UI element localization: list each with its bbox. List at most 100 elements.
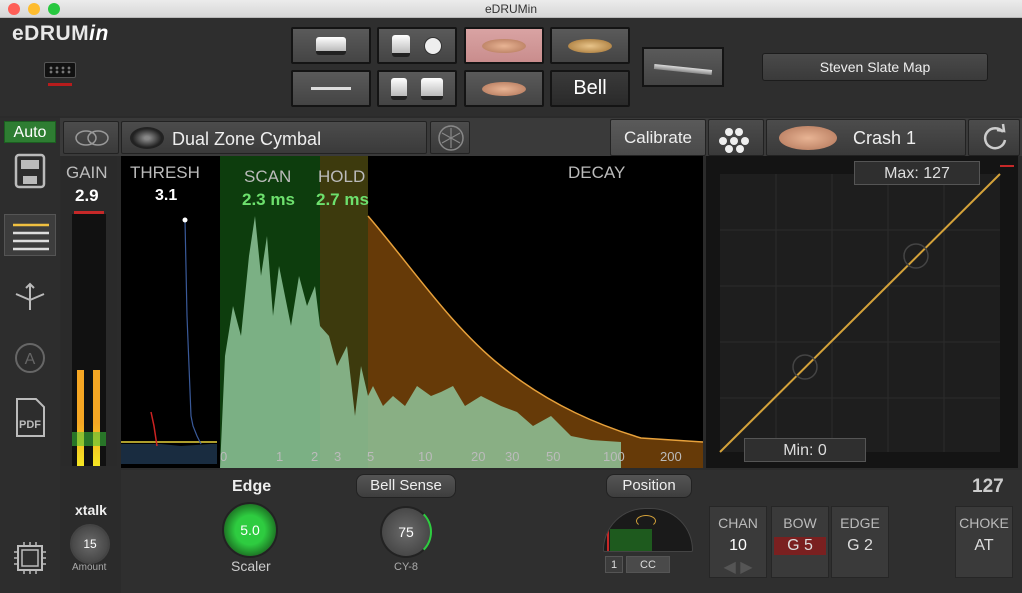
meter-bar-left	[77, 370, 84, 466]
tom-icon	[421, 77, 443, 100]
bell-sense-button[interactable]: Bell Sense	[356, 474, 456, 498]
pad-snare[interactable]	[291, 27, 371, 64]
refresh-button[interactable]	[968, 119, 1020, 156]
bow-box[interactable]: BOW G 5	[771, 506, 829, 578]
gain-value[interactable]: 2.9	[75, 186, 99, 206]
zone-type-selector[interactable]: Dual Zone Cymbal	[121, 121, 427, 154]
edge-note[interactable]: G 2	[832, 537, 888, 555]
chan-box[interactable]: CHAN 10 ◀ ▶	[709, 506, 767, 578]
gain-threshold-band	[72, 432, 106, 446]
xtalk-knob[interactable]: 15	[70, 524, 110, 564]
choke-value[interactable]: AT	[956, 537, 1012, 555]
thresh-label: THRESH	[130, 163, 200, 182]
tick-label: 20	[471, 449, 486, 464]
curve-min-label[interactable]: Min: 0	[744, 438, 866, 462]
edge-note-box[interactable]: EDGE G 2	[831, 506, 889, 578]
save-icon[interactable]	[8, 152, 52, 197]
edge-note-label: EDGE	[840, 515, 880, 531]
tom-icon	[392, 34, 410, 57]
signal-graph[interactable]	[121, 156, 704, 468]
drum-kit-icon	[719, 128, 749, 153]
scan-label: SCAN	[244, 167, 292, 186]
refresh-icon	[983, 123, 1007, 150]
cymbal-icon	[130, 127, 164, 149]
hold-value[interactable]: 2.7 ms	[316, 190, 369, 210]
pad-model-label: CY-8	[394, 561, 419, 573]
pad-crash-1[interactable]	[464, 27, 544, 64]
pad-hihat-pedal[interactable]	[642, 47, 724, 87]
midi-indicator	[48, 83, 72, 86]
window-title: eDRUMin	[484, 2, 537, 16]
bell-sense-knob[interactable]: 75	[380, 506, 432, 558]
pad-bell[interactable]: Bell	[550, 70, 630, 107]
bow-note[interactable]: G 5	[774, 537, 826, 555]
map-button[interactable]: Steven Slate Map	[762, 53, 988, 81]
xtalk-label: xtalk	[75, 502, 107, 518]
position-button[interactable]: Position	[606, 474, 692, 498]
calibrate-button[interactable]: Calibrate	[610, 119, 706, 156]
choke-label: CHOKE	[959, 515, 1009, 531]
position-level-bar	[610, 529, 652, 551]
pdf-icon[interactable]: PDF	[8, 396, 52, 447]
routing-icon[interactable]	[8, 280, 52, 321]
tick-label: 0	[220, 449, 228, 464]
bow-label: BOW	[783, 515, 817, 531]
zone-type-label: Dual Zone Cymbal	[172, 129, 322, 149]
scaler-label: Scaler	[231, 558, 271, 574]
link-button[interactable]	[63, 121, 119, 154]
pad-tom[interactable]	[377, 27, 457, 64]
cymbal-icon	[779, 126, 837, 150]
sound-label: Crash 1	[853, 128, 917, 148]
velocity-curve-pane[interactable]	[706, 156, 1018, 468]
sound-selector[interactable]: Crash 1	[766, 119, 966, 156]
tick-label: 100	[603, 449, 625, 464]
title-bar: eDRUMin	[0, 0, 1022, 18]
pad-crash-2[interactable]	[464, 70, 544, 107]
hihat-icon	[311, 87, 351, 90]
pad-hihat[interactable]	[291, 70, 371, 107]
midi-port-icon[interactable]	[44, 62, 76, 78]
position-marker	[607, 529, 609, 551]
edge-scaler-knob[interactable]: 5.0	[222, 502, 278, 558]
list-view-button[interactable]	[4, 214, 56, 256]
tick-label: 2	[311, 449, 319, 464]
pedal-icon	[653, 63, 713, 76]
xtalk-sub-label: Amount	[72, 562, 107, 573]
hold-label: HOLD	[318, 167, 366, 186]
tom-icon	[391, 77, 407, 100]
list-icon	[13, 223, 49, 251]
tick-label: 10	[418, 449, 433, 464]
meter-bar-right	[93, 370, 100, 466]
chan-arrows-icon[interactable]: ◀ ▶	[710, 557, 766, 577]
link-icon	[75, 130, 109, 146]
chan-value[interactable]: 10	[710, 537, 766, 555]
chip-icon[interactable]	[8, 538, 52, 585]
svg-text:PDF: PDF	[19, 419, 41, 431]
auto-button[interactable]: Auto	[4, 121, 56, 143]
position-mode-button[interactable]: CC	[626, 556, 670, 573]
pad-toms-2[interactable]	[377, 70, 457, 107]
pad-ride[interactable]	[550, 27, 630, 64]
kick-icon	[424, 36, 442, 55]
decay-label: DECAY	[568, 163, 626, 182]
velocity-value: 127	[972, 476, 1004, 497]
position-channel[interactable]: 1	[605, 556, 623, 573]
tick-label: 1	[276, 449, 284, 464]
snare-icon	[316, 36, 346, 55]
kit-pieces-button[interactable]	[708, 119, 764, 156]
thresh-value[interactable]: 3.1	[155, 187, 177, 205]
yamaha-button[interactable]	[430, 121, 470, 154]
curve-max-label[interactable]: Max: 127	[854, 161, 980, 185]
auto-a-icon[interactable]: A	[8, 340, 52, 383]
tick-label: 3	[334, 449, 342, 464]
edge-label: Edge	[232, 478, 272, 495]
scan-value[interactable]: 2.3 ms	[242, 190, 295, 210]
cymbal-icon	[482, 81, 526, 96]
time-axis: 0 1 2 3 5 10 20 30 50 100 200	[121, 449, 703, 467]
gain-meter	[72, 214, 106, 466]
tick-label: 50	[546, 449, 561, 464]
position-arc-icon	[636, 515, 656, 527]
choke-box[interactable]: CHOKE AT	[955, 506, 1013, 578]
app-logo: eDRUMin	[12, 22, 109, 45]
velocity-curve	[719, 165, 1014, 453]
